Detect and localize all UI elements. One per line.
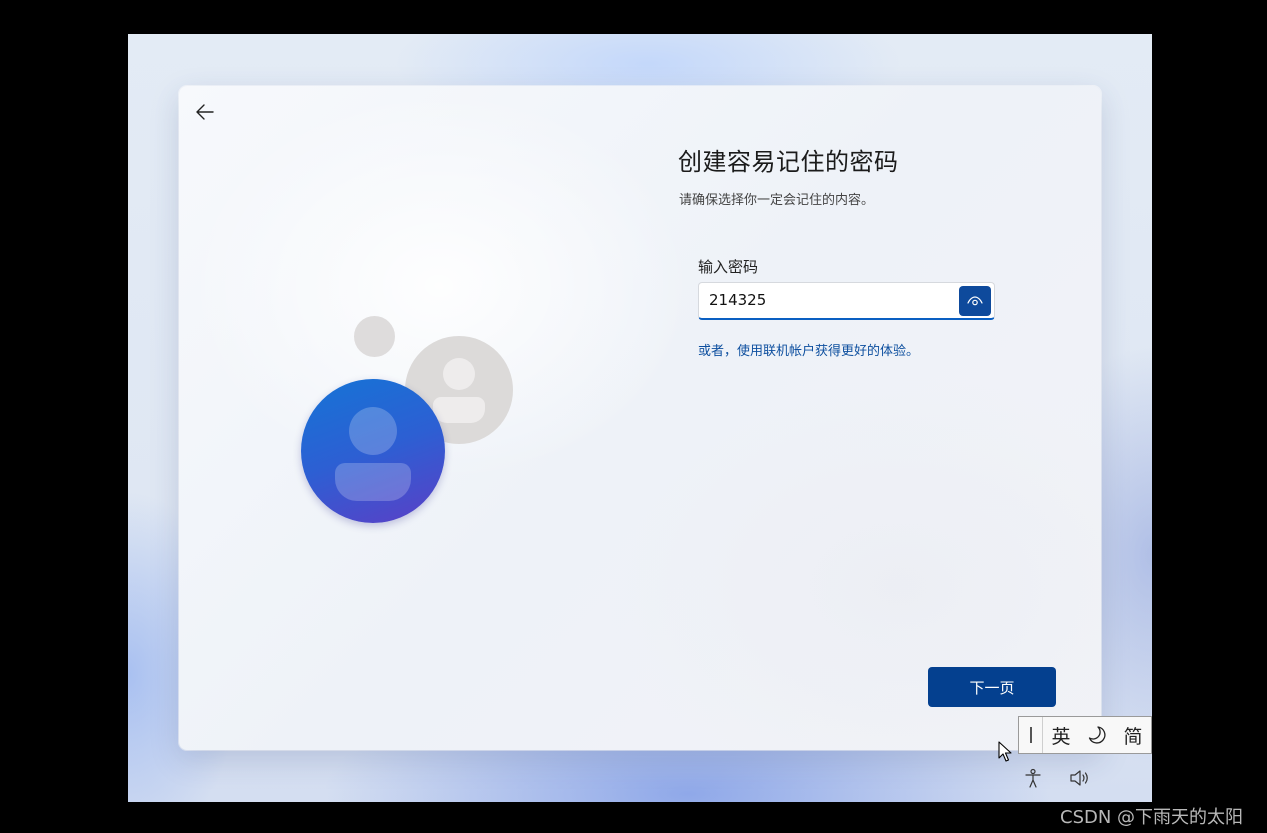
csdn-watermark: CSDN @下雨天的太阳 — [1060, 807, 1244, 828]
vm-screen: 创建容易记住的密码 请确保选择你一定会记住的内容。 输入密码 或者，使用联机帐户… — [128, 34, 1152, 802]
gray-avatar-head — [443, 358, 475, 390]
decorative-dot — [354, 316, 395, 357]
ime-toolbar: 英 简 — [1018, 716, 1152, 754]
ime-mode-toggle[interactable]: 英 — [1043, 717, 1079, 753]
oobe-card: 创建容易记住的密码 请确保选择你一定会记住的内容。 输入密码 或者，使用联机帐户… — [179, 86, 1101, 762]
volume-icon[interactable] — [1069, 768, 1091, 788]
password-field — [698, 282, 995, 320]
reveal-password-button[interactable] — [959, 286, 991, 316]
page-subtitle: 请确保选择你一定会记住的内容。 — [679, 193, 875, 208]
accessibility-icon[interactable] — [1023, 768, 1043, 788]
back-button[interactable] — [193, 100, 217, 124]
ime-script-toggle[interactable]: 简 — [1115, 717, 1151, 753]
blue-user-avatar — [301, 379, 445, 523]
gray-avatar-body — [433, 397, 485, 423]
user-accounts-illustration — [301, 316, 521, 526]
back-arrow-icon — [196, 104, 214, 120]
online-account-link[interactable]: 或者，使用联机帐户获得更好的体验。 — [698, 340, 919, 359]
password-label: 输入密码 — [698, 258, 759, 276]
page-title: 创建容易记住的密码 — [678, 148, 899, 176]
next-button[interactable]: 下一页 — [928, 667, 1056, 707]
eye-icon — [967, 296, 983, 306]
blue-avatar-head — [349, 407, 397, 455]
blue-avatar-body — [335, 463, 411, 501]
password-input[interactable] — [709, 283, 949, 317]
half-moon-icon — [1088, 726, 1106, 744]
ime-punctuation-toggle[interactable] — [1079, 717, 1115, 753]
ime-drag-handle[interactable] — [1019, 717, 1043, 753]
mouse-cursor-icon — [998, 741, 1012, 762]
